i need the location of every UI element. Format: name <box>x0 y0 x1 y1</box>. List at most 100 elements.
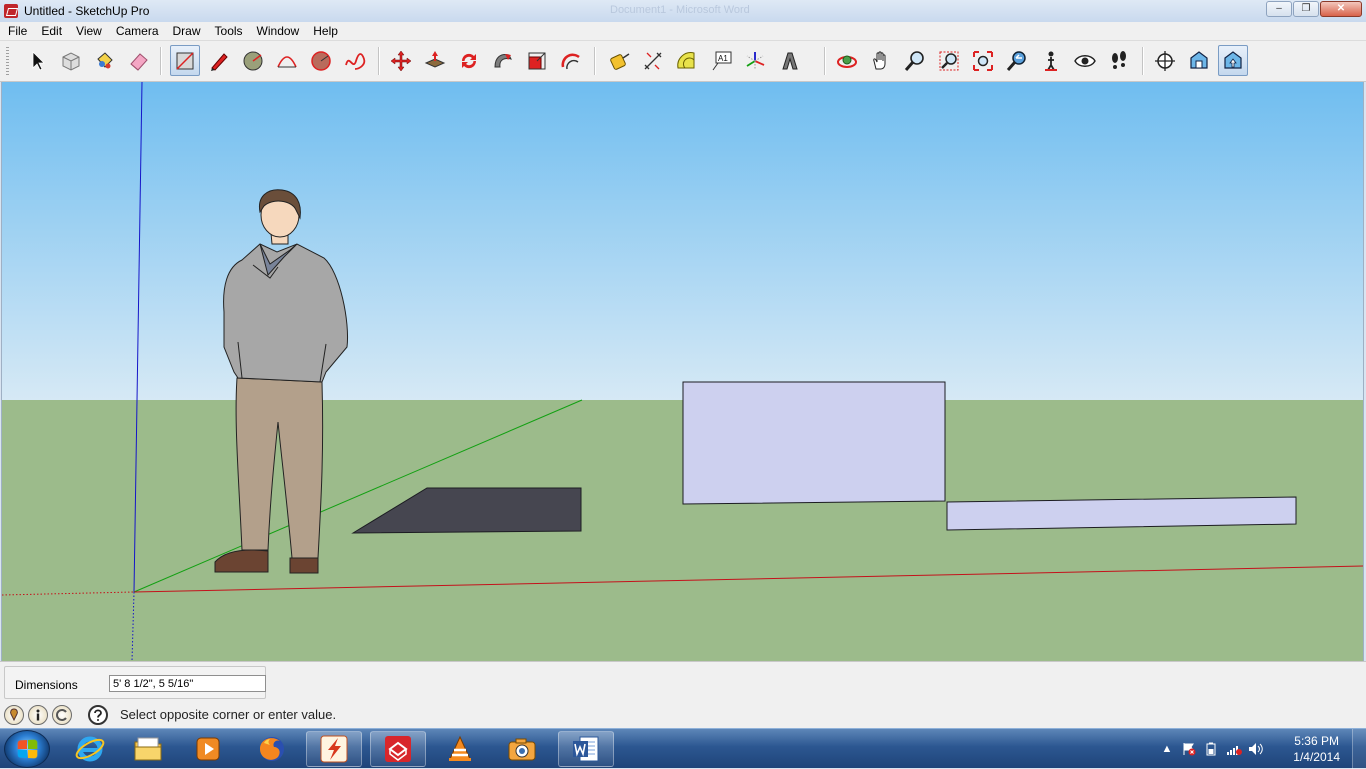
previous-view-tool-button[interactable] <box>1002 45 1032 76</box>
long-rectangle-face[interactable] <box>946 496 1297 531</box>
circle-tool-button[interactable] <box>238 45 268 76</box>
menu-edit[interactable]: Edit <box>33 24 68 38</box>
rotate-icon <box>461 53 477 68</box>
taskbar-internet-explorer[interactable] <box>62 731 118 767</box>
vertical-rectangle-face[interactable] <box>682 381 946 505</box>
component-box-icon <box>62 51 80 71</box>
sketchup-icon <box>385 736 411 762</box>
minimize-button[interactable]: – <box>1266 1 1292 17</box>
battery-icon[interactable] <box>1204 742 1218 756</box>
system-tray: ▲ 5:36 PM 1/4/2014 <box>1156 729 1366 769</box>
menu-tools[interactable]: Tools <box>207 24 249 38</box>
menu-help[interactable]: Help <box>305 24 344 38</box>
paint-bucket-button[interactable] <box>90 45 120 76</box>
menu-camera[interactable]: Camera <box>108 24 165 38</box>
show-desktop-button[interactable] <box>1352 729 1366 769</box>
protractor-tool-button[interactable] <box>672 45 702 76</box>
text-tool-button[interactable]: A1 <box>706 45 736 76</box>
follow-me-tool-button[interactable] <box>488 45 518 76</box>
position-camera-icon <box>1045 51 1057 71</box>
toolbar-grip[interactable] <box>6 47 9 75</box>
action-center-icon[interactable] <box>1182 742 1196 756</box>
taskbar-word[interactable] <box>558 731 614 767</box>
menu-bar: File Edit View Camera Draw Tools Window … <box>0 22 1366 41</box>
start-button[interactable] <box>4 730 50 768</box>
taskbar-flash-app[interactable] <box>306 731 362 767</box>
rotate-tool-button[interactable] <box>454 45 484 76</box>
walk-tool-button[interactable] <box>1104 45 1134 76</box>
axes-tool-button[interactable] <box>740 45 770 76</box>
freehand-tool-button[interactable] <box>340 45 370 76</box>
taskbar-camera-app[interactable] <box>494 731 550 767</box>
eraser-button[interactable] <box>124 45 154 76</box>
show-hidden-icons-icon[interactable]: ▲ <box>1160 742 1174 756</box>
zoom-extents-icon <box>973 50 993 71</box>
taskbar-sketchup[interactable] <box>370 731 426 767</box>
dimension-tool-button[interactable] <box>638 45 668 76</box>
section-plane-tool-button[interactable] <box>1150 45 1180 76</box>
axes-icon <box>746 51 765 70</box>
vcb-input[interactable] <box>109 675 266 692</box>
select-tool-button[interactable] <box>22 45 52 76</box>
vcb-box: Dimensions <box>4 666 266 699</box>
menu-draw[interactable]: Draw <box>165 24 207 38</box>
credits-icon[interactable] <box>28 704 48 725</box>
word-icon <box>573 736 599 762</box>
3d-text-tool-button[interactable] <box>774 45 804 76</box>
media-player-icon <box>196 737 220 761</box>
taskbar-firefox[interactable] <box>244 731 300 767</box>
network-icon[interactable] <box>1226 742 1242 756</box>
3d-warehouse-button[interactable] <box>1184 45 1214 76</box>
tape-measure-tool-button[interactable] <box>604 45 634 76</box>
windows-logo-icon <box>17 739 38 759</box>
scene-canvas[interactable] <box>2 82 1364 661</box>
help-icon[interactable] <box>88 704 108 725</box>
vlc-icon <box>449 735 471 761</box>
toolbar-separator <box>160 47 162 75</box>
move-arrows-icon <box>390 50 412 71</box>
orbit-icon <box>837 55 857 68</box>
clock-time: 5:36 PM <box>1294 734 1339 748</box>
taskbar-file-explorer[interactable] <box>120 731 176 767</box>
menu-file[interactable]: File <box>0 24 33 38</box>
system-clock[interactable]: 5:36 PM 1/4/2014 <box>1293 733 1340 765</box>
close-button[interactable]: ✕ <box>1320 1 1362 17</box>
look-around-tool-button[interactable] <box>1070 45 1100 76</box>
geo-location-icon[interactable] <box>4 704 24 725</box>
zoom-tool-button[interactable] <box>900 45 930 76</box>
maximize-button[interactable]: ❐ <box>1293 1 1319 17</box>
scale-icon <box>528 52 546 69</box>
internet-explorer-icon <box>75 736 105 762</box>
menu-window[interactable]: Window <box>249 24 306 38</box>
modeling-viewport[interactable] <box>1 82 1364 661</box>
push-pull-tool-button[interactable] <box>420 45 450 76</box>
rectangle-tool-button[interactable] <box>170 45 200 76</box>
polygon-tool-button[interactable] <box>306 45 336 76</box>
account-icon[interactable] <box>52 704 72 725</box>
share-model-button[interactable] <box>1218 45 1248 76</box>
eraser-icon <box>130 52 148 71</box>
move-tool-button[interactable] <box>386 45 416 76</box>
volume-icon[interactable] <box>1248 742 1263 756</box>
taskbar-vlc[interactable] <box>432 731 488 767</box>
zoom-window-tool-button[interactable] <box>934 45 964 76</box>
position-camera-tool-button[interactable] <box>1036 45 1066 76</box>
large-toolset-toolbar: A1 <box>0 41 1366 82</box>
3d-warehouse-icon <box>1190 50 1208 69</box>
previous-view-icon <box>1006 50 1026 71</box>
make-component-button[interactable] <box>56 45 86 76</box>
line-tool-button[interactable] <box>204 45 234 76</box>
arc-icon <box>277 55 297 67</box>
orbit-tool-button[interactable] <box>832 45 862 76</box>
pan-tool-button[interactable] <box>866 45 896 76</box>
taskbar-media-player[interactable] <box>180 731 236 767</box>
zoom-extents-tool-button[interactable] <box>968 45 998 76</box>
svg-text:A1: A1 <box>718 54 728 63</box>
window-controls: – ❐ ✕ <box>1266 1 1362 17</box>
vcb-label: Dimensions <box>15 678 78 692</box>
menu-view[interactable]: View <box>68 24 108 38</box>
offset-tool-button[interactable] <box>556 45 586 76</box>
scale-tool-button[interactable] <box>522 45 552 76</box>
arc-tool-button[interactable] <box>272 45 302 76</box>
push-pull-icon <box>424 50 446 68</box>
